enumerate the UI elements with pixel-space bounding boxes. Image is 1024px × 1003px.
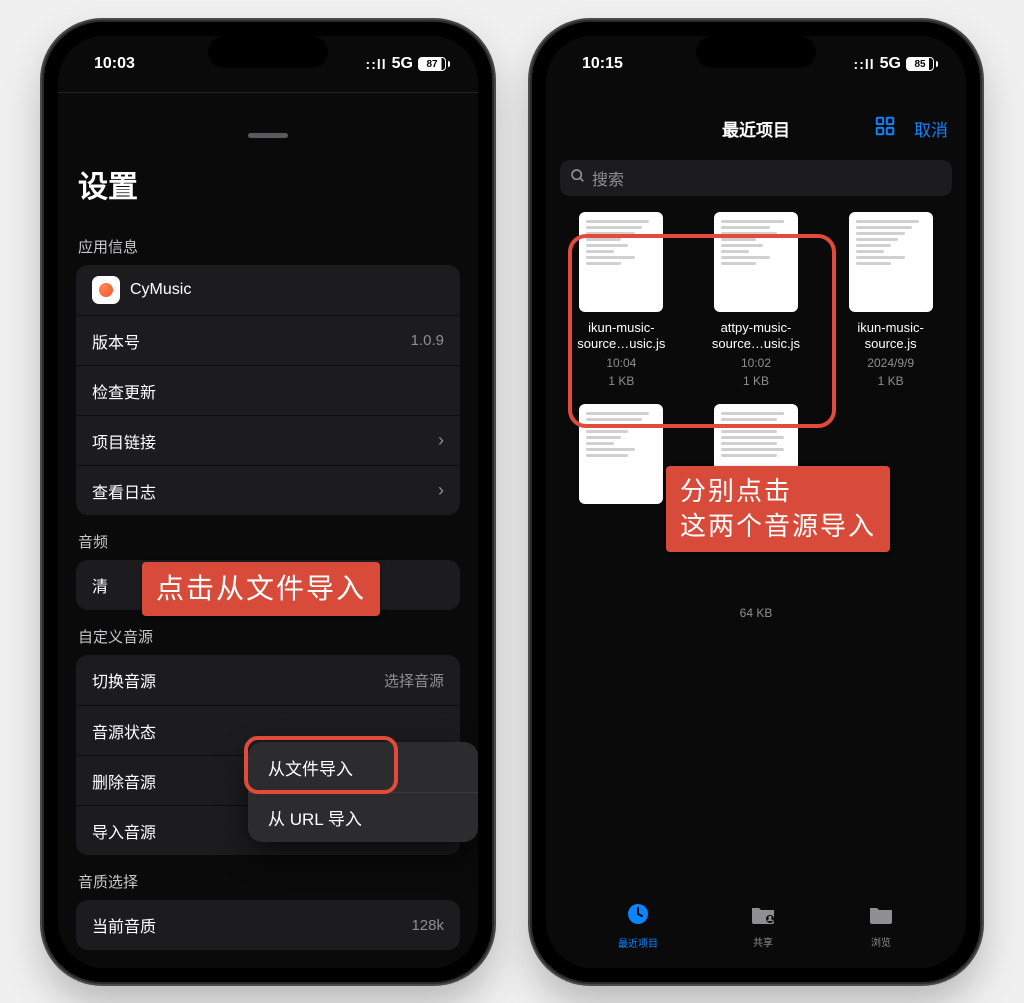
file-size: 1 KB (743, 374, 769, 390)
file-size: 64 KB (740, 606, 773, 622)
file-name: ikun-music-source…usic.js (566, 320, 676, 353)
folder-icon (868, 903, 894, 931)
search-placeholder: 搜索 (592, 166, 624, 190)
battery-tip (936, 61, 938, 67)
tab-browse[interactable]: 浏览 (868, 903, 894, 949)
file-thumb-icon (579, 212, 663, 312)
tab-bar: 最近项目 共享 浏览 (546, 894, 966, 958)
check-update-label: 检查更新 (92, 379, 156, 403)
battery-tip (448, 61, 450, 67)
annotation-left: 点击从文件导入 (142, 562, 380, 616)
version-label: 版本号 (92, 329, 140, 353)
file-item[interactable]: attpy-music-source…usic.js 10:02 1 KB (695, 212, 818, 390)
card-quality: 当前音质 128k (76, 900, 460, 950)
status-time: 10:15 (582, 55, 623, 73)
phone-frame-right: 10:15 ::ll 5G 85 最近项目 取消 (532, 22, 980, 982)
import-menu: 从文件导入 从 URL 导入 (248, 742, 478, 842)
section-quality-label: 音质选择 (78, 871, 460, 892)
row-check-update[interactable]: 检查更新 (76, 365, 460, 415)
page-title: 设置 (78, 162, 460, 206)
file-picker-header: 最近项目 取消 (546, 104, 966, 152)
audio-clear-label: 清 (92, 573, 108, 597)
screen-right: 10:15 ::ll 5G 85 最近项目 取消 (546, 36, 966, 968)
status-time: 10:03 (94, 55, 135, 73)
phone-frame-left: 10:03 ::ll 5G 87 设置 应用信息 CyMusic (44, 22, 492, 982)
battery-icon: 85 (906, 57, 938, 71)
file-item[interactable] (560, 404, 683, 622)
battery-level: 85 (906, 57, 934, 71)
folder-shared-icon (750, 903, 776, 931)
row-app-name[interactable]: CyMusic (76, 265, 460, 315)
app-name: CyMusic (130, 281, 191, 299)
card-app-info: CyMusic 版本号 1.0.9 检查更新 项目链接 › 查看日志 › (76, 265, 460, 515)
tab-label: 最近项目 (618, 935, 658, 950)
search-input[interactable]: 搜索 (560, 160, 952, 196)
signal-icon: ::ll (854, 56, 875, 72)
file-item[interactable]: ikun-music-source…usic.js 10:04 1 KB (560, 212, 683, 390)
section-app-info-label: 应用信息 (78, 236, 460, 257)
chevron-right-icon: › (438, 480, 444, 501)
tab-recent[interactable]: 最近项目 (618, 902, 658, 950)
section-custom-source-label: 自定义音源 (78, 626, 460, 647)
switch-source-value: 选择音源 (384, 670, 444, 691)
network-label: 5G (880, 55, 901, 73)
dynamic-island (208, 36, 328, 68)
file-time: 10:04 (606, 356, 636, 372)
search-icon (570, 168, 586, 189)
file-thumb-icon (579, 404, 663, 504)
view-log-label: 查看日志 (92, 479, 156, 503)
file-name: ikun-music-source.js (836, 320, 946, 353)
tab-label: 浏览 (871, 934, 891, 949)
picker-header-actions: 取消 (874, 115, 948, 141)
screen-left: 10:03 ::ll 5G 87 设置 应用信息 CyMusic (58, 36, 478, 968)
switch-source-label: 切换音源 (92, 668, 156, 692)
status-right: ::ll 5G 85 (854, 55, 938, 73)
chevron-right-icon: › (438, 430, 444, 451)
menu-from-url[interactable]: 从 URL 导入 (248, 792, 478, 842)
battery-icon: 87 (418, 57, 450, 71)
battery-level: 87 (418, 57, 446, 71)
file-time: 2024/9/9 (867, 356, 914, 372)
file-size: 1 KB (608, 374, 634, 390)
file-grid: ikun-music-source…usic.js 10:04 1 KB att… (546, 206, 966, 621)
music-note-icon (99, 283, 113, 297)
current-quality-label: 当前音质 (92, 913, 156, 937)
section-audio-label: 音频 (78, 531, 460, 552)
signal-icon: ::ll (366, 56, 387, 72)
delete-source-label: 删除音源 (92, 769, 156, 793)
tab-label: 共享 (753, 934, 773, 949)
version-value: 1.0.9 (411, 332, 444, 349)
dynamic-island (696, 36, 816, 68)
network-label: 5G (392, 55, 413, 73)
file-time: 10:02 (741, 356, 771, 372)
picker-title: 最近项目 (722, 116, 790, 141)
file-item[interactable]: ikun-music-source.js 2024/9/9 1 KB (829, 212, 952, 390)
tab-shared[interactable]: 共享 (750, 903, 776, 949)
source-status-label: 音源状态 (92, 719, 156, 743)
app-icon (92, 276, 120, 304)
row-current-quality[interactable]: 当前音质 128k (76, 900, 460, 950)
clock-icon (626, 902, 650, 932)
row-view-log[interactable]: 查看日志 › (76, 465, 460, 515)
row-version[interactable]: 版本号 1.0.9 (76, 315, 460, 365)
project-link-label: 项目链接 (92, 429, 156, 453)
cancel-button[interactable]: 取消 (914, 116, 948, 141)
file-size: 1 KB (878, 374, 904, 390)
grid-view-icon[interactable] (874, 115, 896, 141)
menu-from-file[interactable]: 从文件导入 (248, 742, 478, 792)
sheet-grabber[interactable] (248, 133, 288, 138)
row-switch-source[interactable]: 切换音源 选择音源 (76, 655, 460, 705)
current-quality-value: 128k (411, 917, 444, 934)
file-thumb-icon (849, 212, 933, 312)
annotation-right: 分别点击 这两个音源导入 (666, 466, 890, 552)
file-name: attpy-music-source…usic.js (701, 320, 811, 353)
status-right: ::ll 5G 87 (366, 55, 450, 73)
import-source-label: 导入音源 (92, 819, 156, 843)
row-project-link[interactable]: 项目链接 › (76, 415, 460, 465)
file-thumb-icon (714, 212, 798, 312)
